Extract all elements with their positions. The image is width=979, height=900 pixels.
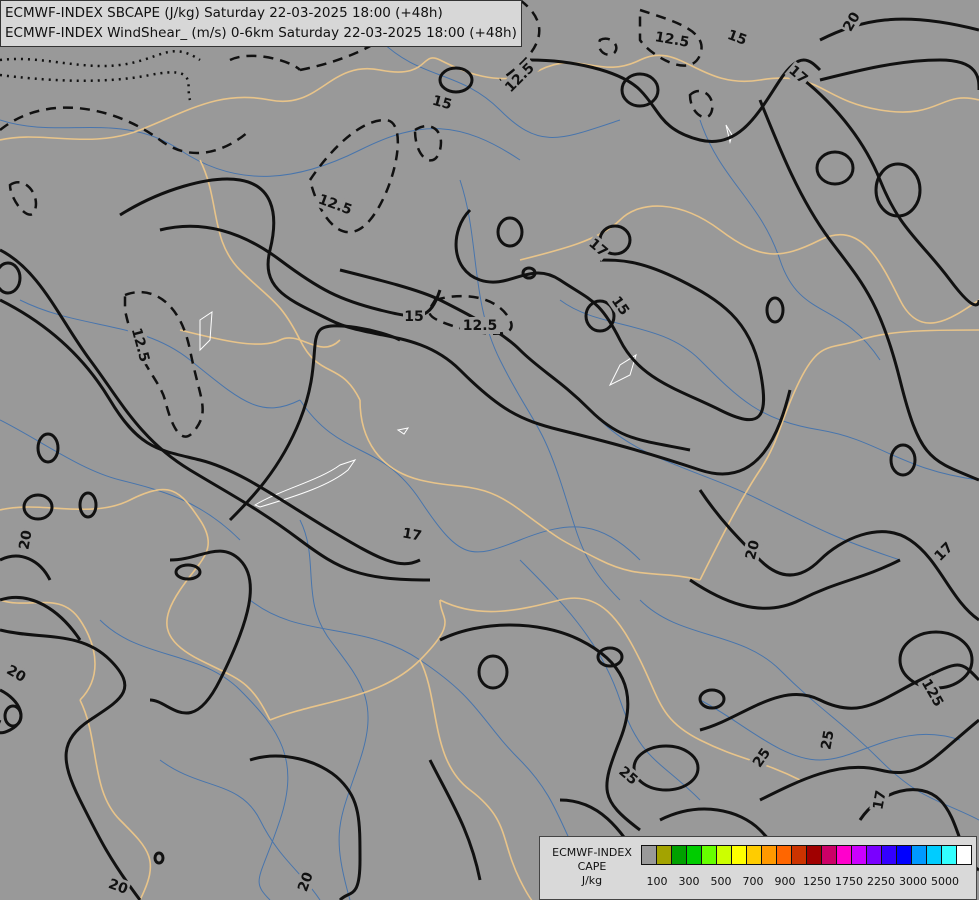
legend-tick-label: 100 (646, 875, 668, 888)
legend-tick-label: 900 (774, 875, 796, 888)
legend-swatch (686, 845, 702, 865)
header-line-cape: ECMWF-INDEX SBCAPE (J/kg) Saturday 22-03… (5, 5, 443, 21)
legend-model: ECMWF-INDEX (552, 846, 632, 859)
map-header: ECMWF-INDEX SBCAPE (J/kg) Saturday 22-03… (0, 0, 522, 47)
legend-swatch (836, 845, 852, 865)
legend-tick-label: 1750 (835, 875, 863, 888)
contour-label: 15 (403, 308, 425, 325)
legend-swatch (956, 845, 972, 865)
svg-text:15: 15 (404, 309, 423, 325)
legend-swatch (941, 845, 957, 865)
legend-swatch (701, 845, 717, 865)
legend-swatch (926, 845, 942, 865)
forecast-map: 2012.5 151712.51512.512.512.515 15171720 20… (0, 0, 979, 900)
legend-swatch (881, 845, 897, 865)
svg-text:20: 20 (16, 529, 35, 551)
legend-swatch (821, 845, 837, 865)
legend-tick-label: 700 (742, 875, 764, 888)
cape-legend: ECMWF-INDEX CAPE J/kg 100 300 500 700 900 125… (539, 836, 977, 900)
svg-text:12.5: 12.5 (463, 318, 498, 334)
legend-swatch (806, 845, 822, 865)
legend-tick-label: 2250 (867, 875, 895, 888)
legend-title: ECMWF-INDEX CAPE J/kg (544, 846, 640, 888)
legend-swatches (641, 845, 972, 867)
legend-swatch (656, 845, 672, 865)
legend-swatch (791, 845, 807, 865)
legend-swatch (746, 845, 762, 865)
legend-tick-label: 1250 (803, 875, 831, 888)
svg-text:17: 17 (870, 789, 889, 811)
legend-tick-label: 300 (678, 875, 700, 888)
legend-swatch (896, 845, 912, 865)
svg-text:25: 25 (818, 729, 837, 751)
legend-tick-label: 500 (710, 875, 732, 888)
header-line-shear: ECMWF-INDEX WindShear_ (m/s) 0-6km Satur… (5, 25, 517, 41)
legend-swatch (641, 845, 657, 865)
legend-tick-label: 3000 (899, 875, 927, 888)
legend-swatch (776, 845, 792, 865)
svg-text:17: 17 (401, 525, 423, 544)
legend-swatch (716, 845, 732, 865)
legend-swatch (761, 845, 777, 865)
legend-swatch (866, 845, 882, 865)
legend-swatch (851, 845, 867, 865)
legend-ticks: 100 300 500 700 900 1250 1750 2250 3000 5000 (641, 875, 971, 889)
legend-swatch (731, 845, 747, 865)
legend-swatch (671, 845, 687, 865)
contour-label: 12.5 (460, 317, 500, 334)
legend-variable: CAPE (577, 860, 607, 873)
legend-unit: J/kg (581, 874, 603, 887)
legend-tick-label: 5000 (931, 875, 959, 888)
legend-swatch (911, 845, 927, 865)
